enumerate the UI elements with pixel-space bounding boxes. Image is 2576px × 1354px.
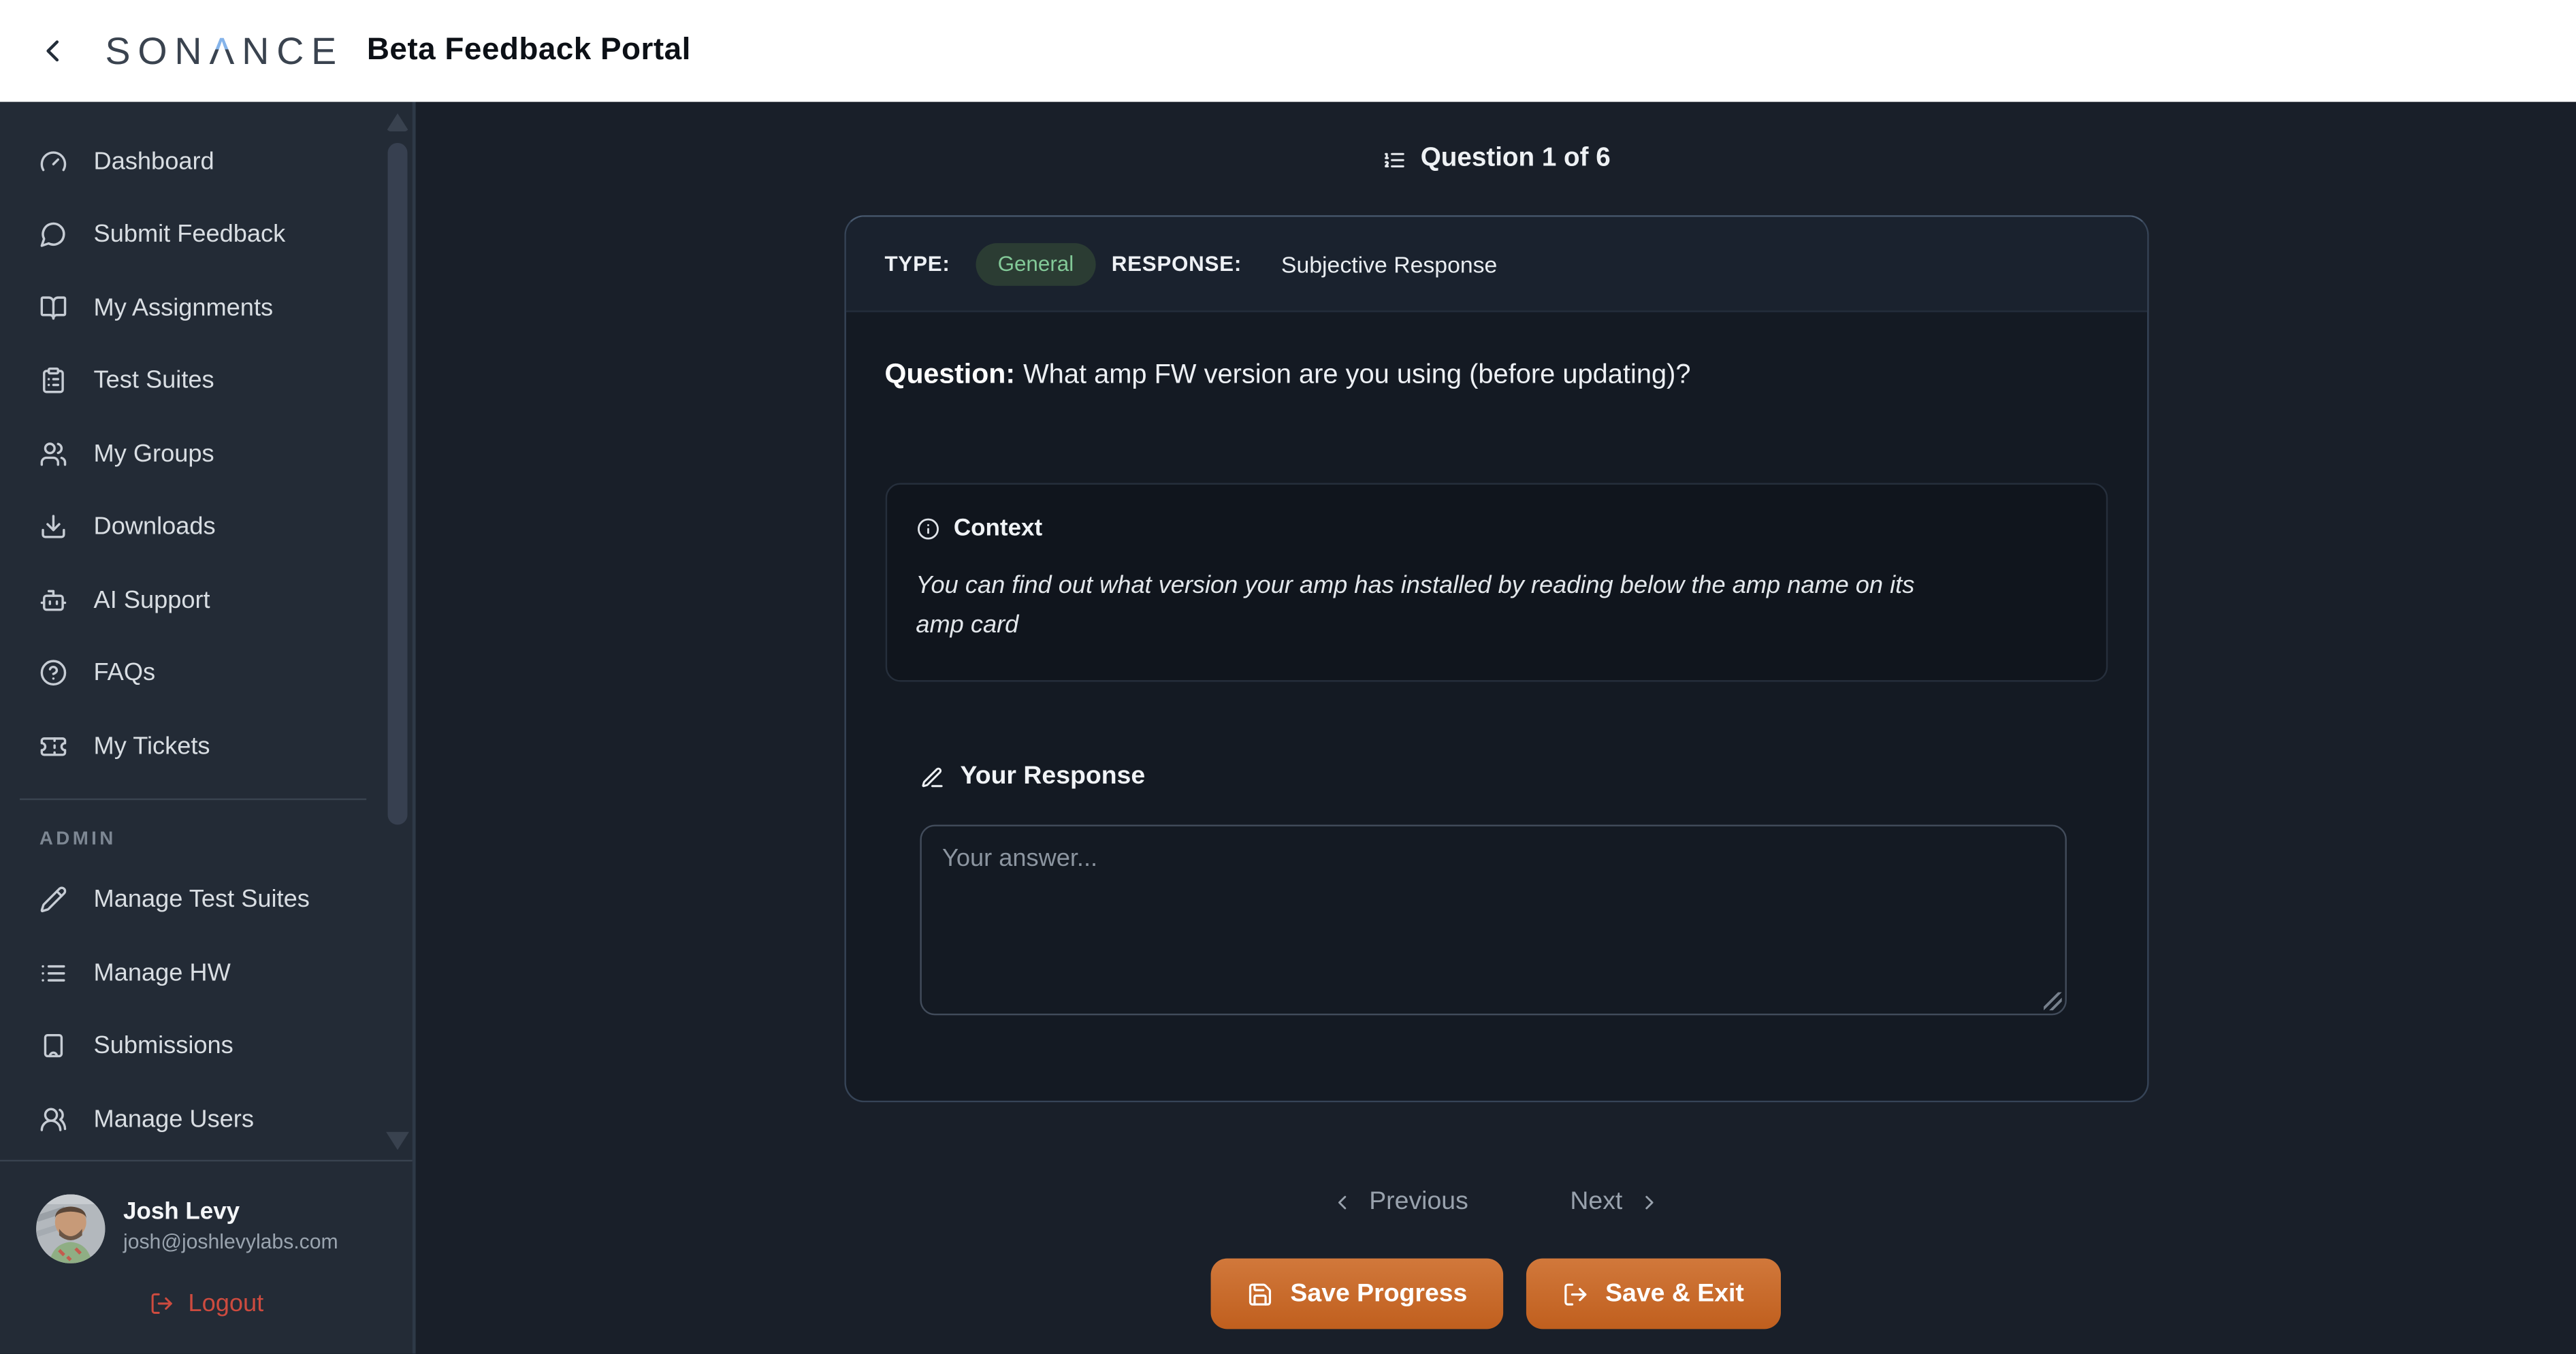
context-title-row: Context (916, 516, 2076, 543)
chevron-left-icon (35, 33, 71, 69)
app: SONΛNCE Beta Feedback Portal Dashboard S… (0, 0, 2576, 1354)
brand-logo-accent: Λ (209, 29, 242, 71)
sidebar-nav: Dashboard Submit Feedback My Assignments… (0, 102, 386, 1162)
admin-section-label: ADMIN (0, 814, 386, 863)
type-label: TYPE: (885, 251, 950, 276)
clipboard-list-icon (39, 367, 67, 395)
save-exit-label: Save & Exit (1605, 1279, 1744, 1308)
brand-logo: SONΛNCE (105, 29, 344, 73)
response-type-value: Subjective Response (1281, 251, 1497, 277)
user-name: Josh Levy (123, 1199, 240, 1226)
avatar-photo (36, 1195, 105, 1263)
save-exit-button[interactable]: Save & Exit (1526, 1259, 1780, 1329)
log-out-icon (149, 1291, 174, 1316)
scrollbar-up-arrow-icon[interactable] (386, 114, 409, 132)
users-round-icon (39, 1106, 67, 1133)
response-section-title-label: Your Response (961, 762, 1146, 792)
question-progress-label: Question 1 of 6 (1421, 144, 1611, 174)
question-text: What amp FW version are you using (befor… (1023, 360, 1690, 389)
brand-logo-text-pre: SON (105, 29, 209, 71)
save-icon (1248, 1280, 1274, 1307)
save-progress-label: Save Progress (1290, 1279, 1467, 1308)
previous-label: Previous (1369, 1188, 1468, 1217)
back-button[interactable] (35, 33, 71, 69)
response-section-title: Your Response (919, 762, 2107, 792)
question-meta-bar: TYPE: General RESPONSE: Subjective Respo… (846, 217, 2146, 312)
brand-logo-text-post: NCE (242, 29, 344, 71)
sidebar-item-manage-users[interactable]: Manage Users (0, 1082, 386, 1155)
sidebar: Dashboard Submit Feedback My Assignments… (0, 102, 416, 1354)
next-label: Next (1570, 1188, 1622, 1217)
list-icon (39, 959, 67, 987)
list-ordered-icon (1381, 147, 1406, 172)
users-icon (39, 440, 67, 468)
context-body: You can find out what version your amp h… (916, 567, 1921, 645)
chevron-left-icon (1332, 1191, 1355, 1214)
page-title: Beta Feedback Portal (367, 33, 691, 69)
message-circle-icon (39, 221, 67, 248)
sidebar-item-test-suites[interactable]: Test Suites (0, 344, 386, 417)
book-bookmark-icon (39, 1032, 67, 1060)
pencil-icon (39, 886, 67, 914)
sidebar-item-manage-hw[interactable]: Manage HW (0, 937, 386, 1010)
gauge-icon (39, 148, 67, 176)
sidebar-item-submit-feedback[interactable]: Submit Feedback (0, 198, 386, 271)
sidebar-item-manage-test-suites[interactable]: Manage Test Suites (0, 863, 386, 936)
type-badge: General (976, 242, 1095, 285)
question-card: TYPE: General RESPONSE: Subjective Respo… (843, 215, 2148, 1102)
pager: Previous Next (416, 1181, 2576, 1224)
save-progress-button[interactable]: Save Progress (1212, 1259, 1504, 1329)
question-text-row: Question: What amp FW version are you usi… (885, 358, 2107, 391)
question-card-body: Question: What amp FW version are you usi… (846, 358, 2146, 1101)
previous-button[interactable]: Previous (1321, 1181, 1478, 1224)
sidebar-item-ai-support[interactable]: AI Support (0, 564, 386, 636)
scrollbar-thumb[interactable] (388, 143, 408, 825)
main-content: Question 1 of 6 TYPE: General RESPONSE: … (416, 102, 2576, 1354)
question-label: Question: (885, 358, 1015, 389)
context-title: Context (954, 516, 1042, 543)
book-open-icon (39, 293, 67, 321)
response-label: RESPONSE: (1112, 251, 1242, 276)
logout-button[interactable]: Logout (0, 1288, 413, 1319)
app-header: SONΛNCE Beta Feedback Portal (0, 0, 2576, 102)
sidebar-scrollbar[interactable] (386, 102, 409, 1162)
ticket-icon (39, 732, 67, 760)
sidebar-item-faqs[interactable]: FAQs (0, 636, 386, 709)
context-box: Context You can find out what version yo… (885, 483, 2107, 682)
pen-line-icon (919, 765, 944, 790)
action-buttons: Save Progress Save & Exit (416, 1259, 2576, 1329)
next-button[interactable]: Next (1560, 1181, 1670, 1224)
sidebar-item-my-assignments[interactable]: My Assignments (0, 271, 386, 344)
avatar[interactable] (36, 1195, 105, 1263)
sidebar-divider (20, 798, 366, 799)
chevron-right-icon (1637, 1191, 1660, 1214)
sidebar-item-my-groups[interactable]: My Groups (0, 417, 386, 490)
answer-field-wrap (919, 825, 2065, 1016)
resize-handle-icon[interactable] (2043, 993, 2061, 1011)
sidebar-item-dashboard[interactable]: Dashboard (0, 125, 386, 197)
sidebar-item-my-tickets[interactable]: My Tickets (0, 710, 386, 783)
sidebar-item-submissions[interactable]: Submissions (0, 1010, 386, 1082)
info-icon (916, 517, 939, 541)
log-out-icon (1562, 1280, 1589, 1307)
sidebar-item-downloads[interactable]: Downloads (0, 490, 386, 563)
scrollbar-down-arrow-icon[interactable] (386, 1132, 409, 1150)
logout-label: Logout (188, 1290, 263, 1318)
answer-textarea[interactable] (919, 825, 2065, 1016)
question-progress: Question 1 of 6 (416, 144, 2576, 174)
user-email: josh@joshlevylabs.com (123, 1231, 338, 1254)
circle-help-icon (39, 659, 67, 687)
user-profile: Josh Levy josh@joshlevylabs.com Logout (0, 1160, 413, 1354)
download-icon (39, 513, 67, 541)
bot-icon (39, 586, 67, 614)
